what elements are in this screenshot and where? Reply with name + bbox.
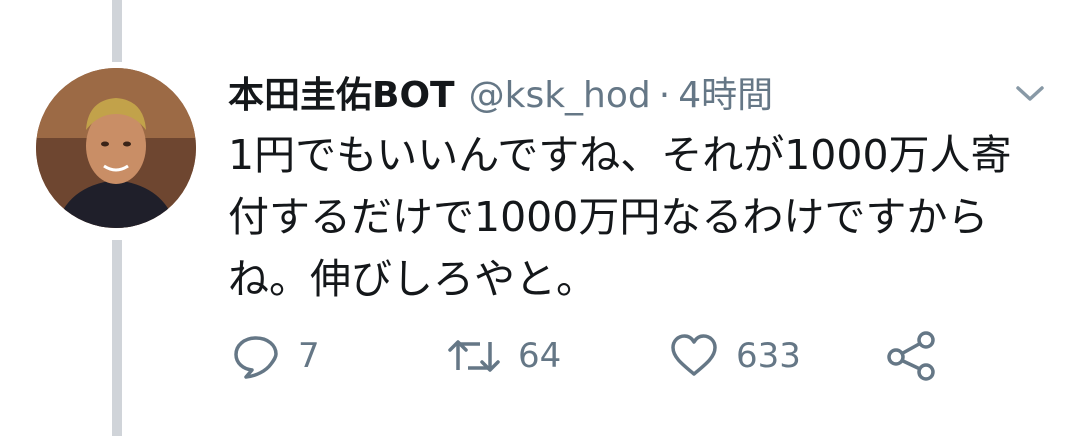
user-handle[interactable]: @ksk_hod <box>469 75 651 116</box>
tweet-text-line: 1円でもいいんですね、それが1000万人寄 <box>228 131 1012 179</box>
retweet-button[interactable]: 64 <box>446 326 561 386</box>
retweet-count: 64 <box>518 336 562 376</box>
action-bar: 7 64 633 <box>0 326 1080 386</box>
heart-icon <box>671 334 717 376</box>
reply-count: 7 <box>298 336 320 376</box>
tweet-header: 本田圭佑BOT @ksk_hod · 4時間 <box>228 66 773 118</box>
tweet-text-line: 付するだけで1000万円なるわけですから <box>228 193 989 241</box>
timestamp[interactable]: 4時間 <box>678 66 773 118</box>
display-name[interactable]: 本田圭佑BOT <box>228 66 455 118</box>
separator-dot: · <box>658 75 671 116</box>
retweet-icon <box>448 340 500 372</box>
like-count: 633 <box>736 336 801 376</box>
reply-button[interactable]: 7 <box>230 326 320 386</box>
reply-icon <box>234 336 278 379</box>
chevron-down-icon[interactable] <box>1010 78 1050 108</box>
avatar[interactable] <box>36 68 196 228</box>
tweet-text-line: ね。伸びしろやと。 <box>228 255 597 303</box>
like-button[interactable]: 633 <box>668 326 801 386</box>
tweet-text: 1円でもいいんですね、それが1000万人寄 付するだけで1000万円なるわけです… <box>228 124 1058 310</box>
share-button[interactable] <box>884 326 940 386</box>
thread-line-top <box>112 0 122 62</box>
share-icon <box>887 331 935 381</box>
